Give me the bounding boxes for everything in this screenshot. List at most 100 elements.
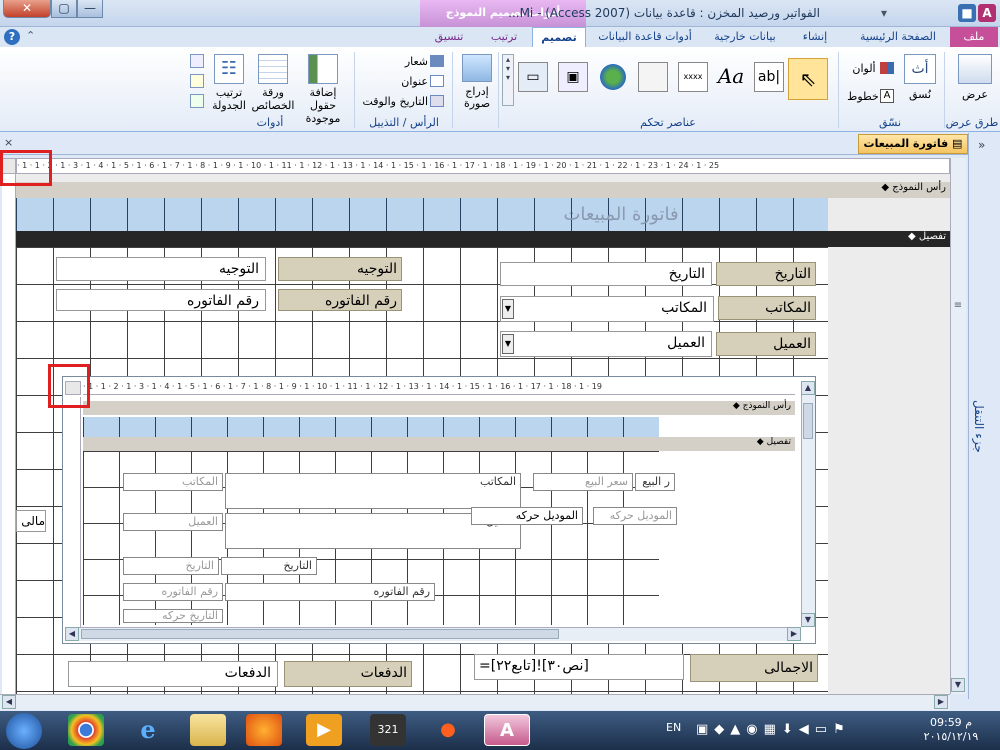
payments-label[interactable]: الدفعات <box>284 661 412 687</box>
sub-date-label[interactable]: التاريخ <box>123 557 219 575</box>
controls-gallery-scroll[interactable]: ▴ ▾ ▾ <box>502 54 514 106</box>
sub-customer-label[interactable]: العميل <box>123 513 223 531</box>
access-logo-icon[interactable]: A <box>978 4 996 22</box>
maximize-button[interactable]: ▢ <box>51 0 77 18</box>
subform-detail-section-bar[interactable]: تفصيل ◆ <box>83 437 795 451</box>
detail-section-bar[interactable]: تفصيل ◆ <box>16 231 950 247</box>
payments-field[interactable]: الدفعات <box>68 661 278 687</box>
access-taskbar-icon[interactable]: A <box>484 714 530 746</box>
tab-design[interactable]: تصميم <box>532 27 586 47</box>
help-icon[interactable]: ? <box>4 29 20 45</box>
form-vscroll-grip[interactable]: ≡ <box>953 300 963 330</box>
sub-model-label[interactable]: الموديل حركه <box>593 507 677 525</box>
system-clock[interactable]: 09:59 م ٢٠١٥/١٢/١٩ <box>912 716 990 744</box>
tab-file[interactable]: ملف <box>950 27 998 47</box>
sub-offices-field[interactable]: المكاتب <box>225 473 521 509</box>
sub-offices-label[interactable]: المكاتب <box>123 473 223 491</box>
fonts-button[interactable]: خطوط <box>846 90 880 103</box>
document-tab-sales-invoice[interactable]: ▤ فاتورة المبيعات <box>858 134 968 154</box>
subform-scroll-right-icon[interactable]: ▶ <box>787 627 801 641</box>
label-control-icon[interactable]: Aa <box>716 62 746 92</box>
system-tray-icons[interactable]: ▣◆▲◉▦⬇◀▭⚑ <box>696 722 896 737</box>
tab-external-data[interactable]: بيانات خارجية <box>705 27 785 47</box>
offices-combo[interactable]: المكاتب <box>500 296 714 322</box>
tab-order-icon[interactable]: ☷ <box>214 54 244 84</box>
file-explorer-icon[interactable] <box>190 714 226 746</box>
property-sheet-icon[interactable] <box>258 54 288 84</box>
firefox-icon[interactable] <box>246 714 282 746</box>
form-horizontal-scrollbar[interactable] <box>0 694 950 710</box>
close-button[interactable]: ✕ <box>3 0 51 18</box>
view-icon[interactable] <box>958 54 992 84</box>
invoice-details-subform[interactable]: · 1 · 1 · 2 · 1 · 3 · 1 · 4 · 1 · 5 · 1 … <box>62 376 816 644</box>
offices-label[interactable]: المكاتب <box>718 296 816 320</box>
video-editor-icon[interactable]: 321 <box>370 714 406 746</box>
save-icon[interactable]: ■ <box>958 4 976 22</box>
quick-access-dropdown-icon[interactable]: ▾ <box>875 4 893 22</box>
customer-label[interactable]: العميل <box>716 332 816 356</box>
tab-format[interactable]: تنسيق <box>422 27 476 47</box>
form-scroll-down-icon[interactable]: ▼ <box>951 678 965 692</box>
invoice-number-field[interactable]: رقم الفاتوره <box>56 289 266 311</box>
date-field[interactable]: التاريخ <box>500 262 712 286</box>
tab-control-icon[interactable] <box>638 62 668 92</box>
insert-image-button[interactable]: إدراج صورة <box>456 86 498 110</box>
tab-home[interactable]: الصفحة الرئيسية <box>848 27 948 47</box>
start-button-icon[interactable] <box>6 713 42 749</box>
close-document-icon[interactable]: × <box>4 136 13 149</box>
insert-image-icon[interactable] <box>462 54 492 82</box>
tab-arrange[interactable]: ترتيب <box>478 27 530 47</box>
total-label[interactable]: الاجمالى <box>690 654 818 682</box>
customer-combo[interactable]: العميل <box>500 331 712 357</box>
datetime-button[interactable]: التاريخ والوقت <box>356 95 428 108</box>
sub-invoice-field[interactable]: رقم الفاتوره <box>225 583 435 601</box>
media-player-icon[interactable]: ▶ <box>306 714 342 746</box>
direction-label[interactable]: التوجيه <box>278 257 402 281</box>
minimize-ribbon-icon[interactable]: ⌃ <box>26 29 35 42</box>
navigation-pane-label[interactable]: جزء التنقل <box>972 400 986 453</box>
form-header-section-bar[interactable]: رأس النموذج ◆ <box>16 182 950 198</box>
subform-scroll-left-icon[interactable]: ◀ <box>65 627 79 641</box>
sub-invoice-label[interactable]: رقم الفاتوره <box>123 583 223 601</box>
tab-order-button[interactable]: ترتيب الجدولة <box>206 86 252 112</box>
subform-scroll-down-icon[interactable]: ▼ <box>801 613 815 627</box>
themes-button[interactable]: نُسق <box>900 88 940 101</box>
theme-icon[interactable]: أث <box>904 54 936 84</box>
sub-sale-price-field[interactable]: ر البيع <box>635 473 675 491</box>
textbox-control-icon[interactable]: ab| <box>754 62 784 92</box>
form-title-label[interactable]: فاتورة المبيعات <box>536 198 706 231</box>
chrome-icon[interactable] <box>68 714 104 746</box>
offices-dropdown-icon[interactable]: ▼ <box>502 299 514 319</box>
view-button[interactable]: عرض <box>955 88 995 101</box>
form-scroll-right-icon[interactable]: ▶ <box>934 695 948 709</box>
form-vertical-scrollbar[interactable] <box>950 158 966 694</box>
sub-sale-price-label[interactable]: سعر البيع <box>533 473 633 491</box>
navigation-control-icon[interactable]: ▭ <box>518 62 548 92</box>
subform-header-section-bar[interactable]: رأس النموذج ◆ <box>83 401 795 415</box>
sub-date-field[interactable]: التاريخ <box>221 557 317 575</box>
expand-nav-icon[interactable]: » <box>978 138 985 152</box>
tab-database-tools[interactable]: أدوات قاعدة البيانات <box>590 27 700 47</box>
cut-off-label[interactable]: مالى <box>16 510 46 532</box>
select-pointer-icon[interactable]: ⇖ <box>788 58 828 100</box>
subform-scroll-up-icon[interactable]: ▲ <box>801 381 815 395</box>
internet-explorer-icon[interactable]: e <box>130 714 166 746</box>
sub-cut-field[interactable]: التاريخ حركه <box>123 609 223 623</box>
web-browser-control-icon[interactable]: ▣ <box>558 62 588 92</box>
property-sheet-button[interactable]: ورقة الخصائص <box>250 86 296 112</box>
direction-field[interactable]: التوجيه <box>56 257 266 281</box>
colors-button[interactable]: ألوان <box>848 62 880 75</box>
subform-icon[interactable] <box>190 54 204 68</box>
total-field[interactable]: =[تابع٢٢]![نص٣٠] <box>474 654 684 680</box>
invoice-number-label[interactable]: رقم الفاتوره <box>278 289 402 311</box>
subform-hscroll-thumb[interactable] <box>81 629 559 639</box>
title-button[interactable]: عنوان <box>392 75 428 88</box>
code-icon[interactable] <box>190 74 204 88</box>
form-scroll-left-icon[interactable]: ◀ <box>2 695 16 709</box>
logo-button[interactable]: شعار <box>392 55 428 68</box>
add-existing-fields-icon[interactable] <box>308 54 338 84</box>
tab-create[interactable]: إنشاء <box>790 27 840 47</box>
convert-macros-icon[interactable] <box>190 94 204 108</box>
language-indicator[interactable]: EN <box>666 721 681 734</box>
button-control-icon[interactable]: xxxx <box>678 62 708 92</box>
